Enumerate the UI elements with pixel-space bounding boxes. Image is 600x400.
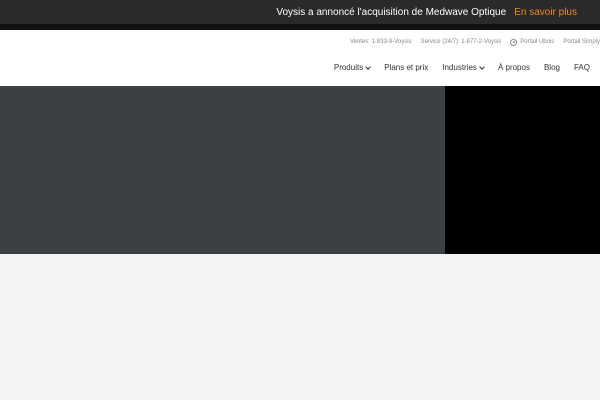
nav-item-a-propos[interactable]: À propos [498,63,530,72]
chevron-down-icon [479,63,485,70]
nav-item-blog[interactable]: Blog [544,63,560,72]
nav-item-label: Industries [442,63,477,72]
nav-item-label: Produits [333,63,364,72]
utility-bar: Ventes: 1-833-9-Voysis Service (24/7): 1… [350,35,600,49]
nav-item-label: À propos [497,63,530,72]
site-header: Ventes: 1-833-9-Voysis Service (24/7): 1… [0,30,600,86]
sales-phone-link[interactable]: Ventes: 1-833-9-Voysis [350,39,412,45]
service-phone-link[interactable]: Service (24/7): 1-877-2-Voysis [421,39,502,45]
chevron-down-icon [365,63,372,70]
nav-item-label: Plans et prix [384,63,429,72]
hero-banner [0,86,445,254]
content-area [0,254,600,400]
nav-item-label: Blog [543,63,560,72]
portal-ubois-label: Portail Ubois [520,39,555,45]
hero-media-panel [445,86,600,254]
main-nav: Produits Plans et prix Industries À prop… [334,63,590,72]
nav-item-plans-et-prix[interactable]: Plans et prix [384,63,428,72]
user-circle-icon [510,38,518,46]
nav-item-industries[interactable]: Industries [442,63,485,72]
portal-simply-link[interactable]: Portail Simply [563,39,600,45]
announcement-bar: Voysis a annoncé l'acquisition de Medwav… [0,0,600,24]
nav-item-label: FAQ [573,63,590,72]
nav-item-faq[interactable]: FAQ [574,63,590,72]
announcement-message: Voysis a annoncé l'acquisition de Medwav… [276,6,507,18]
portal-ubois-link[interactable]: Portail Ubois [510,38,555,46]
learn-more-link[interactable]: En savoir plus [514,7,577,18]
nav-item-produits[interactable]: Produits [333,63,372,72]
